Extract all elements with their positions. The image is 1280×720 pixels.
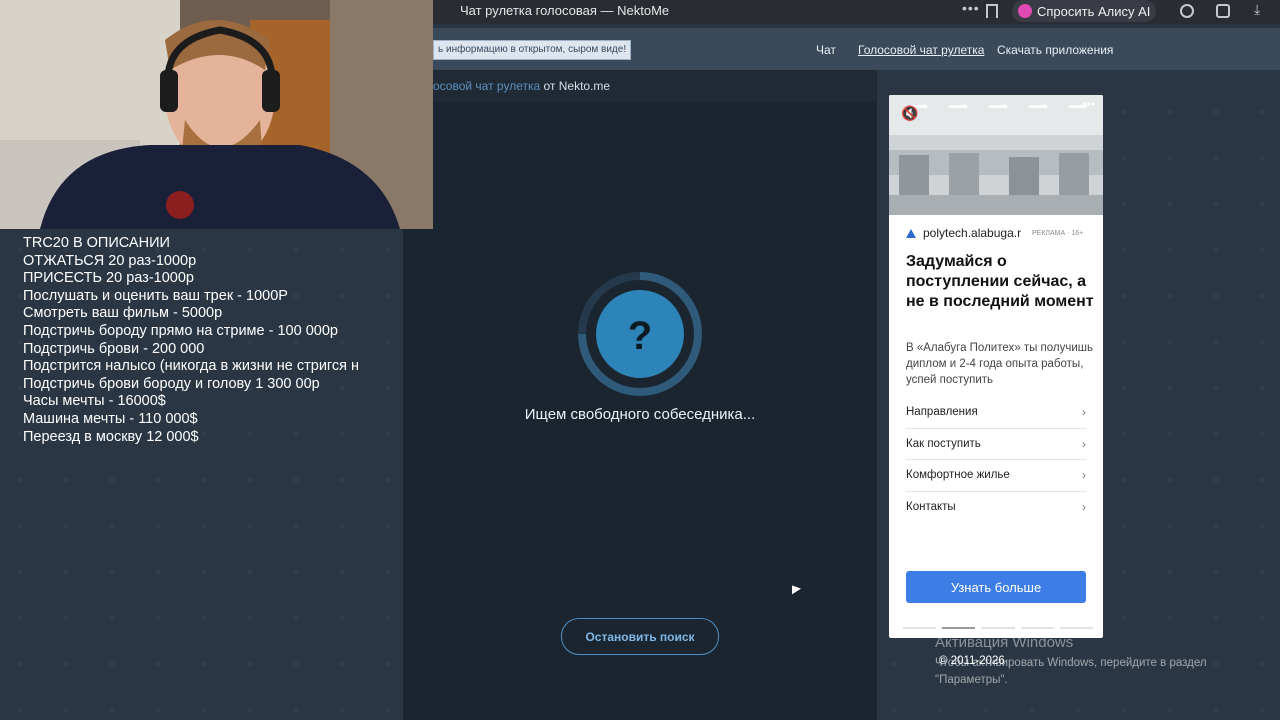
ask-alisa-label: Спросить Алису AI [1037, 3, 1151, 19]
donation-line: ПРИСЕСТЬ 20 раз-1000р [23, 270, 194, 287]
subheader-link[interactable]: осовой чат рулетка [433, 79, 540, 93]
donation-line: Переезд в москву 12 000$ [23, 428, 199, 445]
chevron-right-icon: › [1082, 468, 1086, 483]
carousel-dot-active [942, 627, 976, 629]
donation-line: Машина мечты - 110 000$ [23, 410, 198, 427]
donation-line: Смотреть ваш фильм - 5000р [23, 305, 223, 322]
donation-list: TRC20 В ОПИСАНИИ ОТЖАТЬСЯ 20 раз-1000р П… [23, 235, 375, 446]
chevron-right-icon: › [1082, 500, 1086, 515]
ad-carousel-indicator [903, 627, 1094, 629]
carousel-dot [903, 627, 937, 629]
more-icon[interactable]: ••• [962, 0, 980, 16]
ad-menu-label: Направления [906, 406, 978, 419]
nav-voice-chat[interactable]: Голосовой чат рулетка [858, 43, 984, 57]
donation-line: Подстричь бороду прямо на стриме - 100 0… [23, 322, 338, 339]
chat-subheader: осовой чат рулетка от Nekto.me [433, 70, 877, 102]
ad-more-icon[interactable]: ••• [1082, 97, 1095, 111]
ad-headline[interactable]: Задумайся о поступлении сейчас, а не в п… [906, 252, 1096, 312]
carousel-dot [981, 627, 1015, 629]
ad-domain-text: polytech.alabuga.r [923, 226, 1022, 240]
tab-title[interactable]: Чат рулетка голосовая — NektoMe [460, 3, 669, 18]
nav-chat[interactable]: Чат [816, 43, 836, 57]
ad-menu: Направления › Как поступить › Комфортное ж… [906, 397, 1086, 523]
donation-line: Послушать и оценить ваш трек - 1000Р [23, 287, 288, 304]
chat-panel: осовой чат рулетка от Nekto.me ? Ищем св… [403, 70, 877, 720]
donation-line: Подстричь брови бороду и голову 1 300 00… [23, 375, 320, 392]
donation-line: Подстричь брови - 200 000 [23, 340, 205, 357]
ask-alisa-button[interactable]: Спросить Алису AI [1012, 0, 1156, 22]
media-icon[interactable] [1180, 4, 1194, 18]
carousel-dot [1059, 627, 1094, 629]
ad-domain[interactable]: polytech.alabuga.r [906, 226, 1021, 240]
donation-line: Подстрится налысо (никогда в жизни не ст… [23, 358, 360, 375]
ad-label: РЕКЛАМА · 16+ [1032, 230, 1084, 237]
question-mark: ? [628, 314, 652, 358]
copyright: © 2011-2026 [939, 655, 1005, 667]
ad-menu-item[interactable]: Комфортное жилье › [906, 460, 1086, 492]
ad-body: В «Алабуга Политех» ты получишь диплом и… [906, 342, 1094, 386]
chevron-right-icon: › [1082, 436, 1086, 451]
bookmark-icon[interactable] [986, 4, 998, 18]
chevron-right-icon: › [1082, 405, 1086, 420]
windows-activation-title: Активация Windows [935, 634, 1074, 651]
site-header: ь информацию в открытом, сыром виде! Чат… [433, 28, 1280, 70]
download-icon[interactable]: ⤓ [1254, 1, 1268, 17]
ad-menu-label: Как поступить [906, 437, 981, 450]
ad-menu-item[interactable]: Как поступить › [906, 429, 1086, 460]
donation-line: TRC20 В ОПИСАНИИ [23, 235, 170, 251]
extensions-icon[interactable] [1216, 4, 1230, 18]
advertiser-logo-icon [906, 228, 916, 238]
stop-search-button[interactable]: Остановить поиск [561, 618, 719, 655]
notice-banner: ь информацию в открытом, сыром виде! [433, 40, 632, 60]
ad-menu-label: Контакты [906, 501, 956, 514]
donation-line: ОТЖАТЬСЯ 20 раз-1000р [23, 252, 197, 269]
search-status: Ищем свободного собеседника... [524, 406, 756, 423]
alisa-icon [1018, 4, 1032, 18]
ad-image[interactable] [889, 95, 1103, 215]
subheader-suffix: от Nekto.me [540, 79, 611, 93]
ad-menu-label: Комфортное жилье [906, 469, 1010, 482]
screen: Чат рулетка голосовая — NektoMe ••• Спро… [0, 0, 1280, 720]
ad-banner[interactable]: 🔇 ••• polytech.alabuga.r РЕКЛАМА · 16+ З… [889, 95, 1103, 638]
nav-download-apps[interactable]: Скачать приложения [997, 43, 1113, 57]
learn-more-button[interactable]: Узнать больше [906, 571, 1086, 603]
donation-line: Часы мечты - 16000$ [23, 393, 166, 410]
search-spinner-icon: ? [578, 272, 702, 396]
mute-icon[interactable]: 🔇 [901, 105, 918, 122]
ad-menu-item[interactable]: Направления › [906, 397, 1086, 429]
ad-menu-item[interactable]: Контакты › [906, 492, 1086, 524]
carousel-dot [1020, 627, 1054, 629]
webcam-feed [0, 0, 433, 229]
